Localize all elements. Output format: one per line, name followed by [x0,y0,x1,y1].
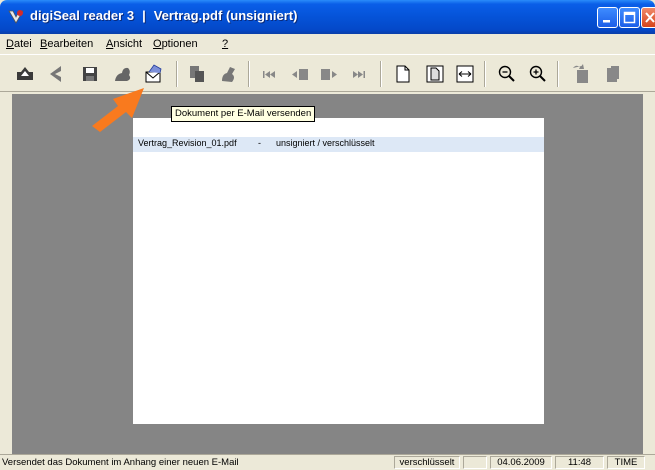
status-date: 04.06.2009 [490,456,552,469]
last-page-button[interactable] [348,63,370,85]
close-icon [645,12,655,23]
encryption-status: verschlüsselt [394,456,460,469]
last-page-icon [353,71,365,78]
document-workspace[interactable]: Vertrag_Revision_01.pdf - unsigniert / v… [12,94,643,454]
document-button[interactable] [602,63,624,85]
fit-page-button[interactable] [424,63,446,85]
toolbar-separator [176,61,178,87]
tooltip: Dokument per E-Mail versenden [171,106,316,122]
prev-page-icon [292,69,308,80]
file-title: Vertrag.pdf (unsigniert) [153,8,298,23]
close-button[interactable] [641,7,655,28]
status-panel-empty [463,456,487,469]
title-bar[interactable]: digiSeal reader 3 | Vertrag.pdf (unsignier… [0,0,655,34]
copy-button[interactable] [186,63,208,85]
zoom-in-icon [529,65,546,82]
email-icon [145,64,162,83]
minimize-button[interactable] [597,7,618,28]
rotate-icon [573,64,588,83]
page-icon [396,65,410,83]
maximize-button[interactable] [619,7,640,28]
title-separator: | [142,8,146,23]
document-list-pane[interactable]: Vertrag_Revision_01.pdf - unsigniert / v… [133,118,544,424]
verify-button[interactable] [218,63,240,85]
app-name: digiSeal reader 3 [30,8,135,23]
status-time: 11:48 [555,456,604,469]
menu-bar: Datei Bearbeiten Ansicht Optionen ? [0,34,655,54]
rotate-button[interactable] [570,63,592,85]
toolbar-separator [484,61,486,87]
status-message: Versendet das Dokument im Anhang einer n… [2,457,239,468]
copy-icon [190,66,204,82]
toolbar-separator [380,61,382,87]
toolbar-separator [557,61,559,87]
toolbar-separator [248,61,250,87]
menu-datei[interactable]: Datei [6,38,32,50]
zoom-in-button[interactable] [527,63,549,85]
first-page-icon [263,71,275,78]
sign-button[interactable] [112,63,134,85]
row-separator: - [258,138,261,148]
app-icon [8,10,24,24]
menu-bearbeiten[interactable]: Bearbeiten [40,38,93,50]
list-item[interactable]: Vertrag_Revision_01.pdf - unsigniert / v… [133,137,544,152]
email-button[interactable] [143,63,165,85]
menu-optionen[interactable]: Optionen [153,38,198,50]
pointer-arrow-icon [92,88,144,132]
status-bar: Versendet das Dokument im Anhang einer n… [0,454,655,470]
back-button[interactable] [45,63,67,85]
single-page-button[interactable] [392,63,414,85]
verify-icon [222,67,235,82]
fit-width-icon [456,65,474,83]
next-page-icon [321,69,337,80]
fit-width-button[interactable] [454,63,476,85]
fit-page-icon [426,65,444,83]
prev-page-button[interactable] [289,63,311,85]
back-icon [50,66,61,82]
first-page-button[interactable] [258,63,280,85]
menu-ansicht[interactable]: Ansicht [106,38,142,50]
window-title: digiSeal reader 3 | Vertrag.pdf (unsignier… [30,8,297,23]
menu-help[interactable]: ? [222,38,228,50]
maximize-icon [623,11,636,24]
next-page-button[interactable] [318,63,340,85]
zoom-out-button[interactable] [496,63,518,85]
document-icon [607,66,619,82]
open-button[interactable] [14,63,36,85]
document-filename: Vertrag_Revision_01.pdf [138,138,237,148]
sign-icon [115,67,131,81]
zoom-out-icon [498,65,515,82]
minimize-icon [603,20,610,23]
save-button[interactable] [79,63,101,85]
status-time-source: TIME [607,456,645,469]
save-icon [83,67,97,81]
open-icon [17,67,33,80]
document-status: unsigniert / verschlüsselt [276,138,375,148]
